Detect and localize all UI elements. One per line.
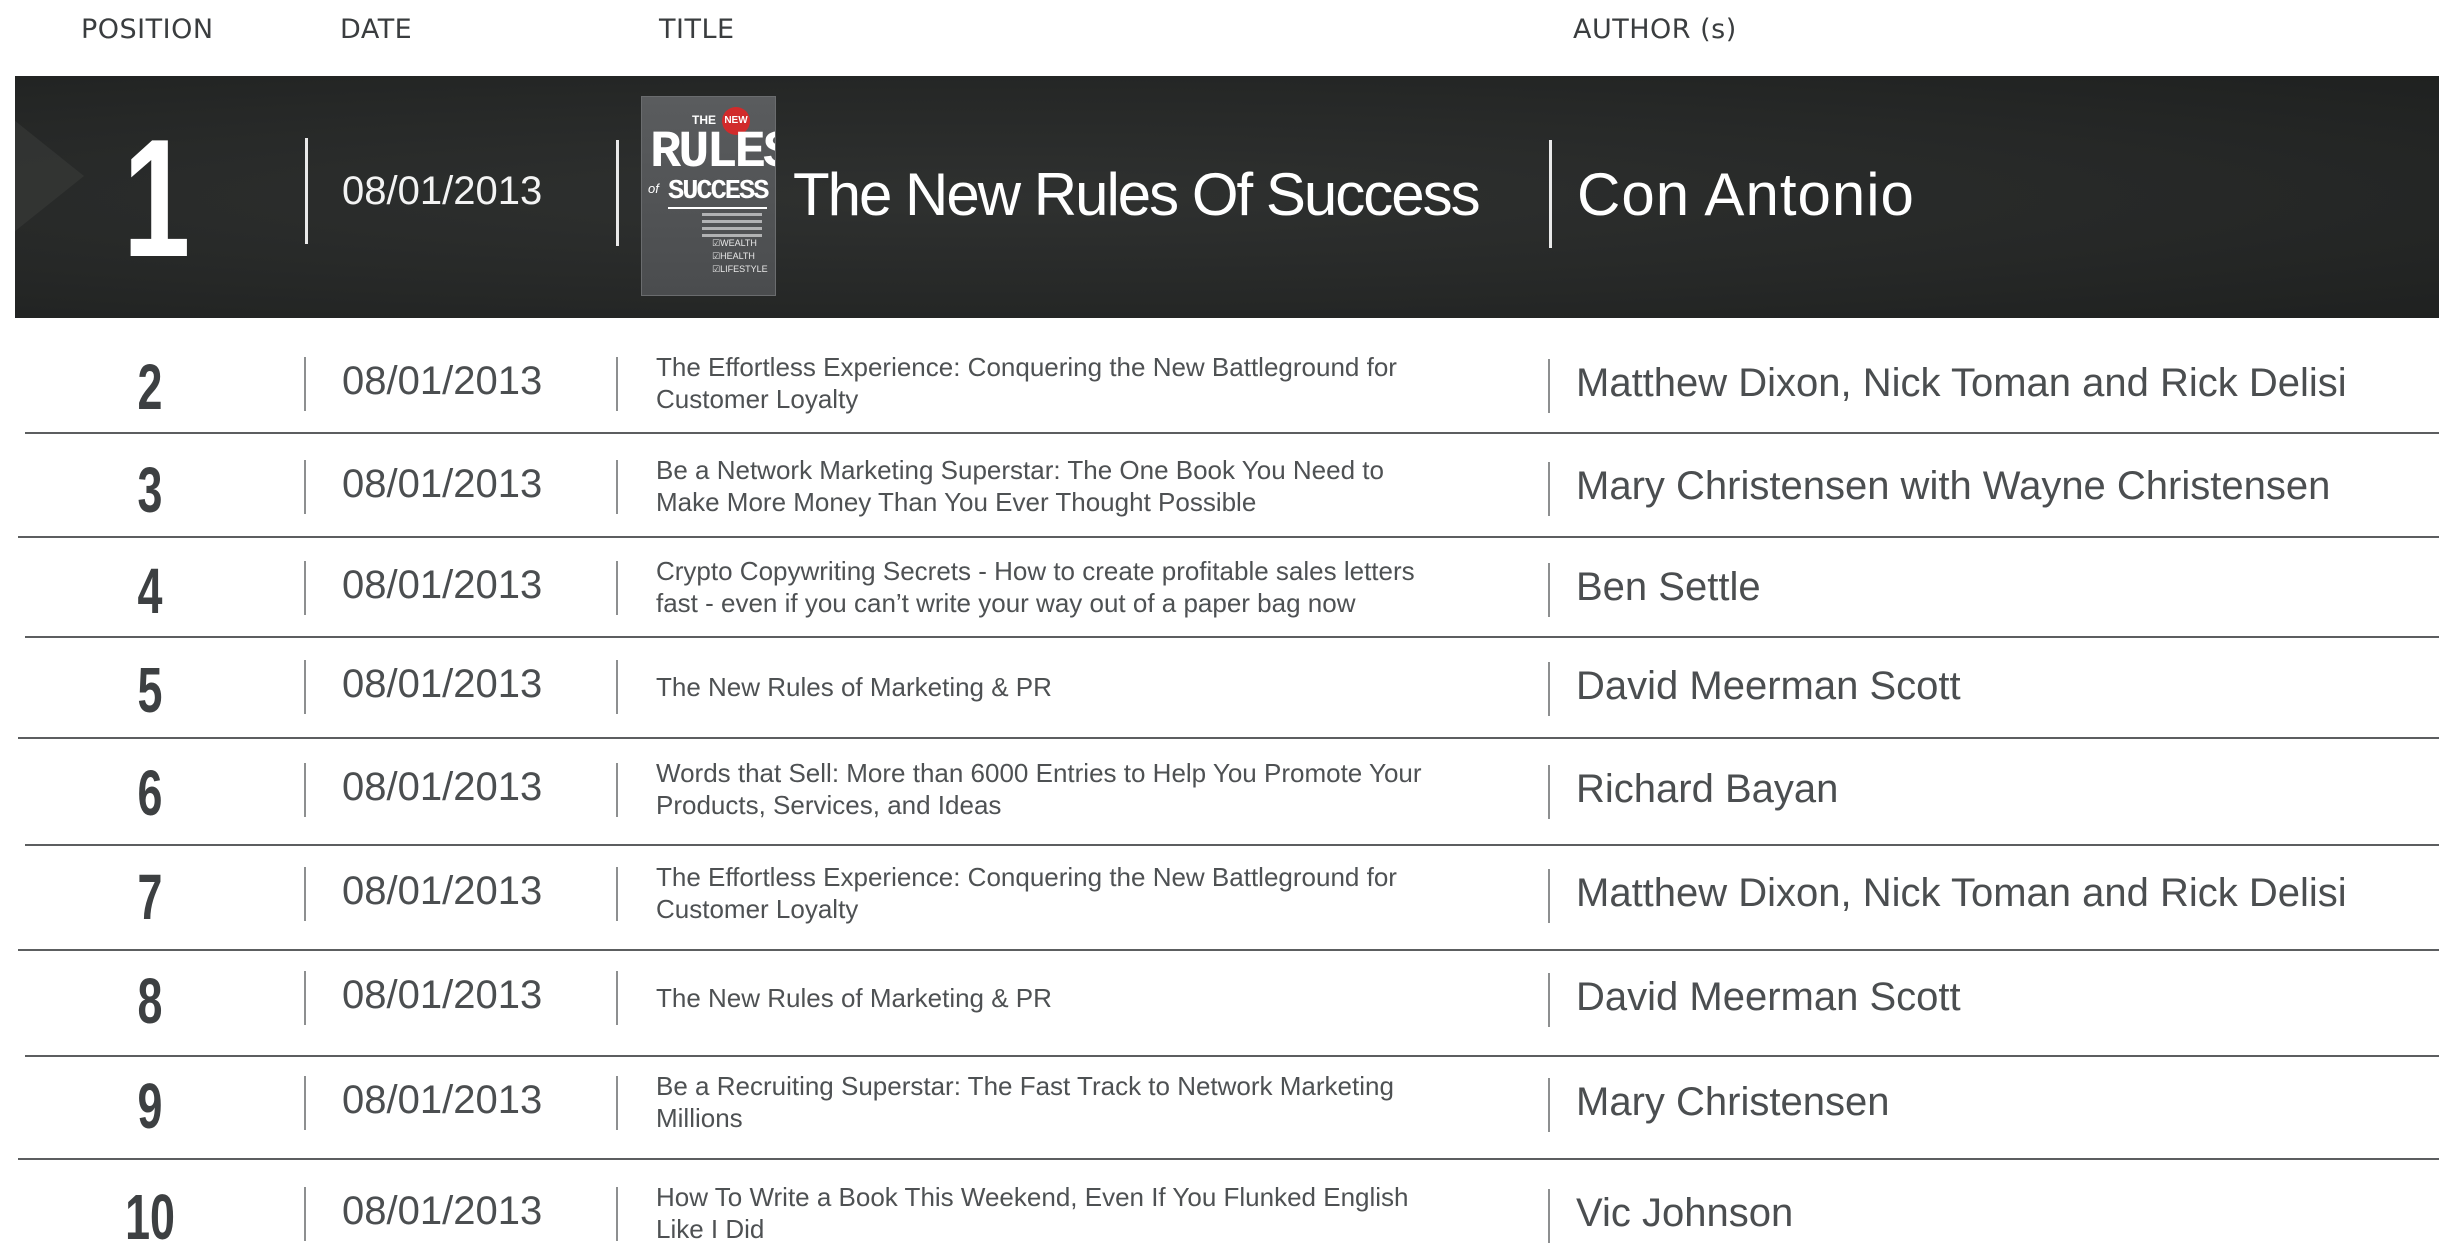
column-divider: [1548, 765, 1550, 819]
featured-position: 1: [123, 104, 191, 292]
row-title-line1: Words that Sell: More than 6000 Entries …: [656, 758, 1422, 788]
column-divider: [304, 460, 306, 514]
row-date: 08/01/2013: [342, 359, 543, 403]
book-cover-image: THE NEW RULES of SUCCESS ☑WEALTH ☑HEALTH…: [641, 96, 776, 296]
row-author: Matthew Dixon, Nick Toman and Rick Delis…: [1576, 361, 2347, 405]
row-position: 9: [137, 1070, 163, 1142]
column-divider: [616, 140, 619, 246]
cover-check-item: ☑WEALTH: [712, 238, 757, 248]
row-title-line2: Millions: [656, 1103, 743, 1133]
row-author: Matthew Dixon, Nick Toman and Rick Delis…: [1576, 871, 2347, 915]
featured-date: 08/01/2013: [342, 169, 543, 213]
cover-rules: RULES: [650, 123, 775, 182]
header-date: DATE: [340, 14, 413, 45]
header-title: TITLE: [659, 14, 735, 45]
row-title-line1: The Effortless Experience: Conquering th…: [656, 352, 1397, 382]
row-date: 08/01/2013: [342, 765, 543, 809]
column-divider: [1548, 1189, 1550, 1243]
row-title-line1: Be a Network Marketing Superstar: The On…: [656, 455, 1384, 485]
row-divider: [25, 1055, 2439, 1057]
column-divider: [304, 867, 306, 921]
column-divider: [304, 763, 306, 817]
column-divider: [616, 561, 618, 615]
row-title-line2: Customer Loyalty: [656, 384, 859, 414]
row-divider: [18, 949, 2439, 951]
column-divider: [1548, 973, 1550, 1027]
column-divider: [616, 660, 618, 714]
row-author: David Meerman Scott: [1576, 975, 1961, 1019]
featured-author: Con Antonio: [1577, 161, 1915, 228]
column-divider: [1548, 869, 1550, 923]
column-divider: [1548, 662, 1550, 716]
column-divider: [304, 357, 306, 411]
cover-check-item: ☑LIFESTYLE: [712, 264, 768, 274]
header-position: POSITION: [81, 14, 214, 45]
column-divider: [304, 1076, 306, 1130]
row-title-line2: Customer Loyalty: [656, 894, 859, 924]
row-title-line1: The Effortless Experience: Conquering th…: [656, 862, 1397, 892]
row-title-line2: Products, Services, and Ideas: [656, 790, 1002, 820]
featured-row: 1 08/01/2013 THE NEW RULES of SUCCESS ☑W…: [15, 76, 2439, 318]
row-divider: [25, 636, 2439, 638]
row-title-line1: How To Write a Book This Weekend, Even I…: [656, 1182, 1409, 1212]
column-divider: [1548, 563, 1550, 617]
column-divider: [305, 138, 308, 244]
row-divider: [18, 737, 2439, 739]
row-title-line2: fast - even if you can’t write your way …: [656, 588, 1356, 618]
column-divider: [616, 763, 618, 817]
row-author: Mary Christensen with Wayne Christensen: [1576, 464, 2331, 508]
row-title-line1: Crypto Copywriting Secrets - How to crea…: [656, 556, 1415, 586]
row-date: 08/01/2013: [342, 1189, 543, 1233]
row-author: Vic Johnson: [1576, 1191, 1794, 1235]
row-author: David Meerman Scott: [1576, 664, 1961, 708]
cover-success: SUCCESS: [668, 177, 769, 209]
row-position: 10: [125, 1181, 175, 1253]
row-divider: [25, 432, 2439, 434]
row-position: 8: [137, 965, 163, 1037]
table-header: POSITION DATE TITLE AUTHOR (s): [0, 0, 2439, 70]
column-divider: [304, 1187, 306, 1241]
column-divider: [616, 1187, 618, 1241]
column-divider: [616, 867, 618, 921]
row-title-line1: The New Rules of Marketing & PR: [656, 672, 1052, 702]
featured-title: The New Rules Of Success: [793, 161, 1481, 228]
column-divider: [1549, 140, 1552, 248]
row-divider: [18, 1158, 2439, 1160]
column-divider: [1548, 1078, 1550, 1132]
column-divider: [1548, 359, 1550, 413]
row-author: Ben Settle: [1576, 565, 1761, 609]
row-position: 6: [137, 757, 163, 829]
row-date: 08/01/2013: [342, 973, 543, 1017]
row-title-line2: Make More Money Than You Ever Thought Po…: [656, 487, 1257, 517]
column-divider: [616, 1076, 618, 1130]
row-position: 7: [137, 861, 163, 933]
row-date: 08/01/2013: [342, 462, 543, 506]
row-position: 5: [137, 654, 163, 726]
column-divider: [304, 561, 306, 615]
row-date: 08/01/2013: [342, 1078, 543, 1122]
row-position: 2: [137, 351, 163, 423]
row-title-line2: Like I Did: [656, 1214, 765, 1244]
row-date: 08/01/2013: [342, 662, 543, 706]
cover-checklist: ☑WEALTH ☑HEALTH ☑LIFESTYLE: [712, 237, 768, 276]
row-position: 3: [137, 454, 163, 526]
column-divider: [616, 460, 618, 514]
row-date: 08/01/2013: [342, 869, 543, 913]
row-title-line1: The New Rules of Marketing & PR: [656, 983, 1052, 1013]
column-divider: [1548, 462, 1550, 516]
row-divider: [25, 844, 2439, 846]
header-author: AUTHOR (s): [1573, 14, 1737, 45]
row-author: Mary Christensen: [1576, 1080, 1890, 1124]
row-date: 08/01/2013: [342, 563, 543, 607]
row-divider: [18, 536, 2439, 538]
column-divider: [616, 971, 618, 1025]
cover-of: of: [648, 181, 659, 196]
row-title-line1: Be a Recruiting Superstar: The Fast Trac…: [656, 1071, 1394, 1101]
row-position: 4: [137, 555, 163, 627]
row-author: Richard Bayan: [1576, 767, 1839, 811]
column-divider: [304, 660, 306, 714]
cover-check-item: ☑HEALTH: [712, 251, 755, 261]
column-divider: [616, 357, 618, 411]
column-divider: [304, 971, 306, 1025]
